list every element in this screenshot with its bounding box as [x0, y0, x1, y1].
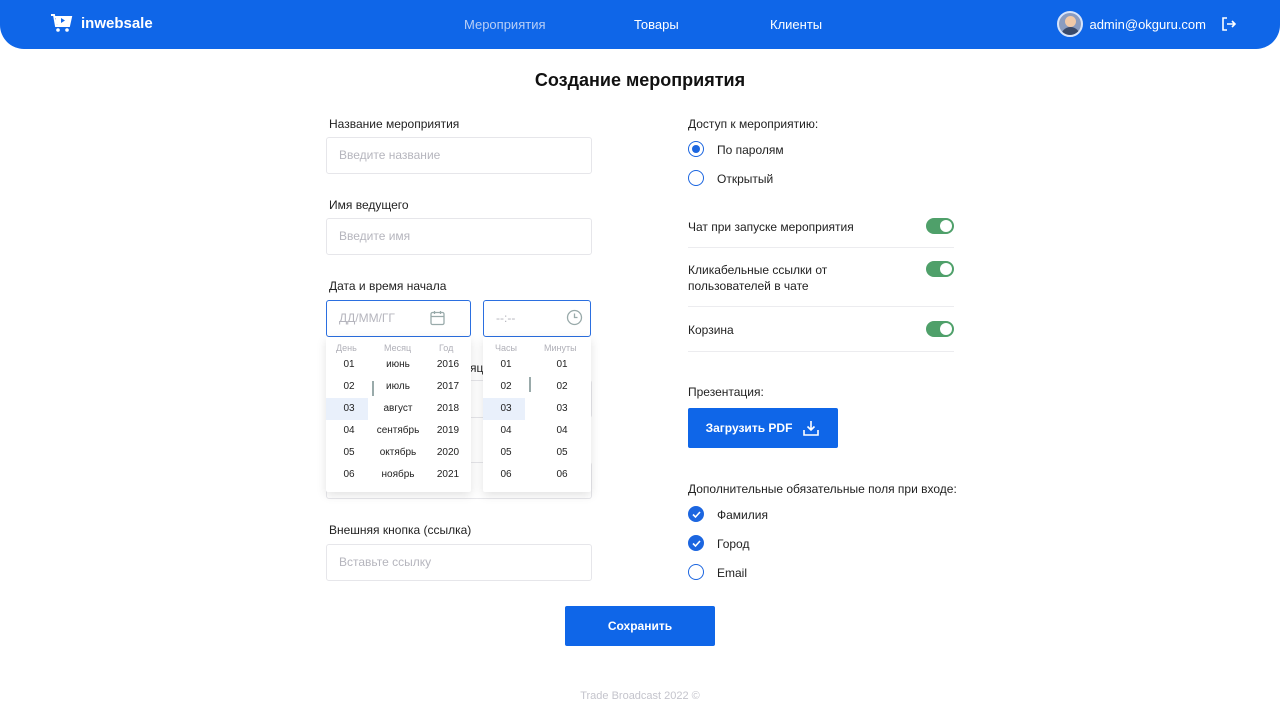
date-picker-dropdown: День Месяц Год 01 02 03 04 05 06 июнь ию… [326, 337, 471, 492]
avatar[interactable] [1057, 11, 1084, 37]
divider [688, 351, 954, 352]
user-menu[interactable]: admin@okguru.com [1057, 11, 1238, 37]
hour-option[interactable]: 04 [491, 420, 521, 442]
download-icon [803, 421, 820, 436]
hidden-label-fragment: яц [470, 361, 484, 375]
upload-pdf-button[interactable]: Загрузить PDF [688, 408, 838, 448]
checkbox-city[interactable] [688, 535, 704, 551]
host-name-input[interactable]: Введите имя [326, 218, 592, 255]
event-name-input[interactable]: Введите название [326, 137, 592, 174]
minute-option[interactable]: 06 [547, 464, 577, 486]
date-input[interactable]: ДД/ММ/ГГ [326, 300, 471, 337]
cart-toggle-label: Корзина [688, 323, 734, 337]
links-toggle-label: пользователей в чате [688, 279, 809, 293]
day-option[interactable]: 02 [334, 376, 364, 398]
save-button[interactable]: Сохранить [565, 606, 715, 646]
nav-clients[interactable]: Клиенты [770, 17, 822, 32]
day-option[interactable]: 06 [334, 464, 364, 486]
user-email: admin@okguru.com [1089, 16, 1206, 32]
top-navbar: inwebsale Мероприятия Товары Клиенты adm… [0, 0, 1280, 49]
minute-option[interactable]: 02 [547, 376, 577, 398]
divider [688, 306, 954, 307]
time-picker-dropdown: Часы Минуты 01 02 03 04 05 06 01 02 03 0… [483, 337, 591, 492]
access-option-label: Открытый [717, 172, 774, 186]
picker-header-year: Год [439, 343, 454, 353]
checkmark-icon [691, 539, 701, 547]
picker-header-day: День [336, 343, 357, 353]
nav-products[interactable]: Товары [634, 17, 679, 32]
year-option[interactable]: 2018 [430, 398, 466, 420]
links-toggle[interactable] [926, 261, 954, 277]
checkmark-icon [691, 510, 701, 518]
picker-header-month: Месяц [384, 343, 412, 353]
hour-option[interactable]: 02 [491, 376, 521, 398]
page-title: Создание мероприятия [534, 70, 746, 90]
chat-toggle[interactable] [926, 218, 954, 234]
divider [688, 247, 954, 248]
external-link-input[interactable]: Вставьте ссылку [326, 544, 592, 581]
day-option[interactable]: 03 [334, 398, 364, 420]
year-option[interactable]: 2016 [430, 354, 466, 376]
minute-option[interactable]: 04 [547, 420, 577, 442]
logo[interactable]: inwebsale [50, 13, 153, 33]
access-label: Доступ к мероприятию: [688, 117, 819, 131]
external-button-label: Внешняя кнопка (ссылка) [329, 523, 472, 537]
month-option[interactable]: август [372, 398, 424, 420]
month-option[interactable]: октябрь [372, 442, 424, 464]
upload-pdf-label: Загрузить PDF [705, 421, 793, 435]
logo-text: inwebsale [81, 14, 153, 32]
year-option[interactable]: 2021 [430, 464, 466, 486]
nav-events[interactable]: Мероприятия [464, 17, 546, 32]
access-radio-password[interactable] [688, 141, 704, 157]
checkbox-surname[interactable] [688, 506, 704, 522]
access-option-label: По паролям [717, 143, 784, 157]
access-radio-open[interactable] [688, 170, 704, 186]
minute-option[interactable]: 05 [547, 442, 577, 464]
minute-option[interactable]: 03 [547, 398, 577, 420]
minutes-scrollbar[interactable] [529, 377, 531, 392]
extra-field-label: Фамилия [717, 508, 768, 522]
hour-option[interactable]: 03 [491, 398, 521, 420]
hour-option[interactable]: 06 [491, 464, 521, 486]
year-option[interactable]: 2020 [430, 442, 466, 464]
chat-toggle-label: Чат при запуске мероприятия [688, 220, 854, 234]
month-option[interactable]: сентябрь [372, 420, 424, 442]
host-name-label: Имя ведущего [329, 198, 409, 212]
minute-option[interactable]: 01 [547, 354, 577, 376]
picker-header-minutes: Минуты [544, 343, 577, 353]
picker-header-hours: Часы [495, 343, 517, 353]
cart-play-icon [51, 14, 73, 32]
day-option[interactable]: 05 [334, 442, 364, 464]
hour-option[interactable]: 05 [491, 442, 521, 464]
save-button-label: Сохранить [607, 619, 673, 633]
day-option[interactable]: 04 [334, 420, 364, 442]
day-option[interactable]: 01 [334, 354, 364, 376]
month-option[interactable]: июль [372, 376, 424, 398]
hour-option[interactable]: 01 [491, 354, 521, 376]
clock-icon[interactable] [566, 309, 583, 326]
checkbox-email[interactable] [688, 564, 704, 580]
start-datetime-label: Дата и время начала [329, 279, 447, 293]
extra-fields-label: Дополнительные обязательные поля при вхо… [688, 482, 957, 496]
calendar-icon[interactable] [430, 310, 445, 326]
links-toggle-label: Кликабельные ссылки от [688, 263, 828, 277]
extra-field-label: Город [717, 537, 750, 551]
month-option[interactable]: ноябрь [372, 464, 424, 486]
extra-field-label: Email [717, 566, 748, 580]
month-option[interactable]: июнь [372, 354, 424, 376]
logout-icon[interactable] [1220, 15, 1238, 33]
event-name-label: Название мероприятия [329, 117, 460, 131]
year-option[interactable]: 2019 [430, 420, 466, 442]
cart-toggle[interactable] [926, 321, 954, 337]
year-option[interactable]: 2017 [430, 376, 466, 398]
footer-text: Trade Broadcast 2022 © [580, 690, 700, 702]
presentation-label: Презентация: [688, 385, 764, 399]
